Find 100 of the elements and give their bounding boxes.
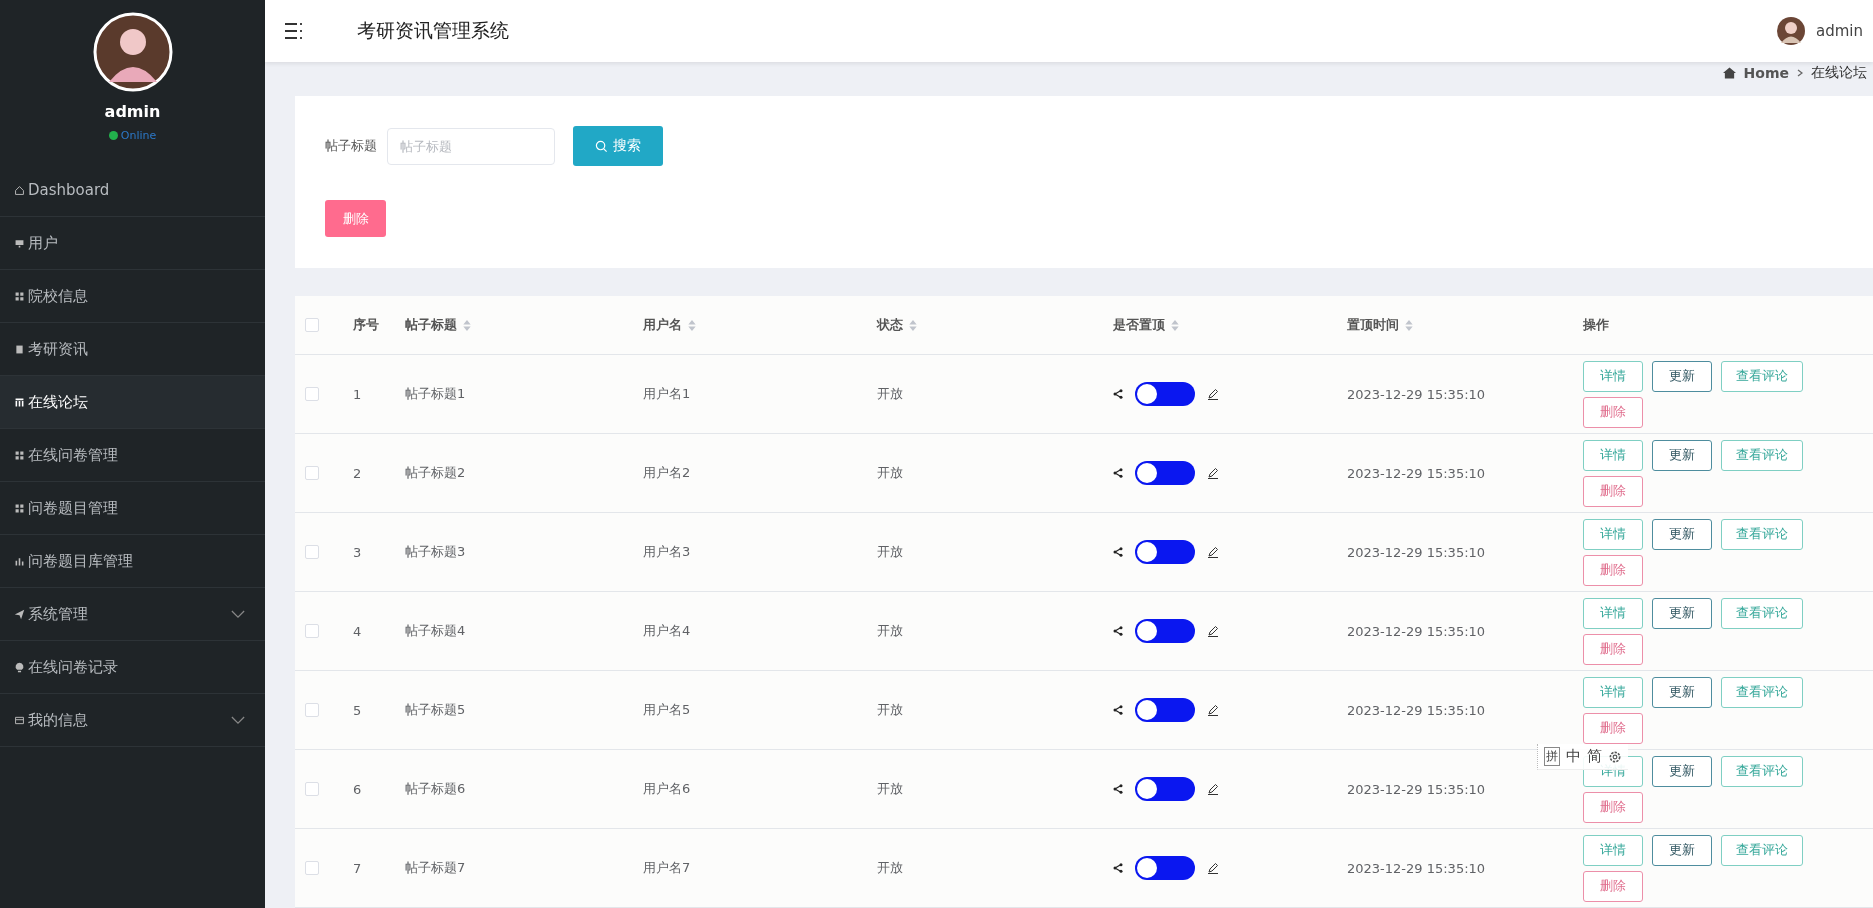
table-cell: 2023-12-29 15:35:10 [1347,781,1486,797]
menu-label: Dashboard [28,181,111,199]
table-cell: 2 [353,465,362,481]
pencil-icon [1207,388,1219,400]
table-cell: 用户名2 [643,464,691,482]
checkbox[interactable] [305,387,319,401]
update-button[interactable]: 更新 [1652,518,1712,550]
checkbox[interactable] [305,861,319,875]
delete-button[interactable]: 删除 [1583,396,1643,428]
breadcrumb-current: 在线论坛 [1811,64,1867,82]
sort-icon[interactable] [688,319,696,331]
toggle-switch[interactable] [1135,619,1195,643]
update-button[interactable]: 更新 [1652,439,1712,471]
delete-button[interactable]: 删除 [1583,712,1643,744]
pencil-icon [1207,625,1219,637]
table-cell: 开放 [877,859,903,877]
table-cell: 用户名3 [643,543,691,561]
table-cell: 用户名5 [643,701,691,719]
pencil-icon [1207,546,1219,558]
checkbox[interactable] [305,624,319,638]
checkbox[interactable] [305,703,319,717]
update-button[interactable]: 更新 [1652,676,1712,708]
table-cell: 开放 [877,543,903,561]
delete-button[interactable]: 删除 [1583,475,1643,507]
update-button[interactable]: 更新 [1652,360,1712,392]
menu-label: 在线问卷记录 [28,657,119,677]
table-cell: 2023-12-29 15:35:10 [1347,544,1486,560]
breadcrumb-link[interactable]: Home [1743,65,1789,81]
table-cell: 帖子标题2 [405,464,466,482]
column-header: 用户名 [643,316,682,334]
update-button[interactable]: 更新 [1652,755,1712,787]
menu-label: 在线论坛 [28,392,89,412]
toggle-switch[interactable] [1135,777,1195,801]
share-icon [1113,389,1123,399]
search-icon [595,139,608,153]
update-button[interactable]: 更新 [1652,597,1712,629]
bulb-icon [14,661,25,673]
table-cell: 3 [353,544,362,560]
table-cell: 2023-12-29 15:35:10 [1347,465,1486,481]
table-cell: 7 [353,860,362,876]
field-label: 帖子标题 [325,137,377,155]
delete-button[interactable]: 删除 [1583,791,1643,823]
pencil-icon [1207,783,1219,795]
table-cell: 帖子标题3 [405,543,466,561]
user-menu[interactable]: admin [1816,22,1863,40]
column-header: 操作 [1583,316,1609,334]
avatar[interactable] [1776,16,1806,46]
toggle-switch[interactable] [1135,540,1195,564]
share-icon [1113,468,1123,478]
cols-icon [14,396,25,408]
column-header: 序号 [353,316,379,334]
gear-icon[interactable] [1608,749,1622,764]
menu-label: 在线问卷管理 [28,445,119,465]
menu-label: 问卷题目库管理 [28,551,134,571]
grid-icon [14,449,25,461]
checkbox[interactable] [305,782,319,796]
table-cell: 1 [353,386,362,402]
grid-icon [14,290,25,302]
menu-label: 考研资讯 [28,339,89,359]
delete-button[interactable]: 删除 [1583,554,1643,586]
table-cell: 开放 [877,385,903,403]
update-button[interactable]: 更新 [1652,834,1712,866]
menu-label: 系统管理 [28,604,89,624]
share-icon [1113,784,1123,794]
share-icon [1113,863,1123,873]
column-header: 状态 [877,316,903,334]
sort-icon[interactable] [1405,319,1413,331]
ime-item[interactable]: 拼 [1544,747,1560,766]
checkbox[interactable] [305,318,319,332]
share-icon [1113,626,1123,636]
home-icon [1722,67,1736,79]
checkbox[interactable] [305,466,319,480]
table-cell: 帖子标题1 [405,385,466,403]
sort-icon[interactable] [1171,319,1179,331]
table-cell: 2023-12-29 15:35:10 [1347,702,1486,718]
table-cell: 帖子标题6 [405,780,466,798]
menu-label: 院校信息 [28,286,89,306]
toggle-switch[interactable] [1135,382,1195,406]
toggle-switch[interactable] [1135,698,1195,722]
column-header: 置顶时间 [1347,316,1399,334]
checkbox[interactable] [305,545,319,559]
column-header: 是否置顶 [1113,316,1165,334]
online-dot-icon [108,131,118,140]
status-text: Online [120,129,157,142]
search-field[interactable]: 帖子标题 [387,127,555,165]
delete-button[interactable]: 删除 [1583,870,1643,902]
table-cell: 4 [353,623,362,639]
sort-icon[interactable] [909,319,917,331]
sort-icon[interactable] [463,319,471,331]
delete-button[interactable]: 删除 [1583,633,1643,665]
share-icon [1113,705,1123,715]
menu-icon[interactable] [283,22,305,40]
toggle-switch[interactable] [1135,461,1195,485]
home-icon [14,184,25,196]
doc-icon [14,343,25,355]
ime-item[interactable]: 中 [1566,747,1581,766]
menu-label: 我的信息 [28,710,89,730]
sidebar-item[interactable]: 在线论坛 [0,376,265,429]
monitor-icon [14,237,25,249]
toggle-switch[interactable] [1135,856,1195,880]
